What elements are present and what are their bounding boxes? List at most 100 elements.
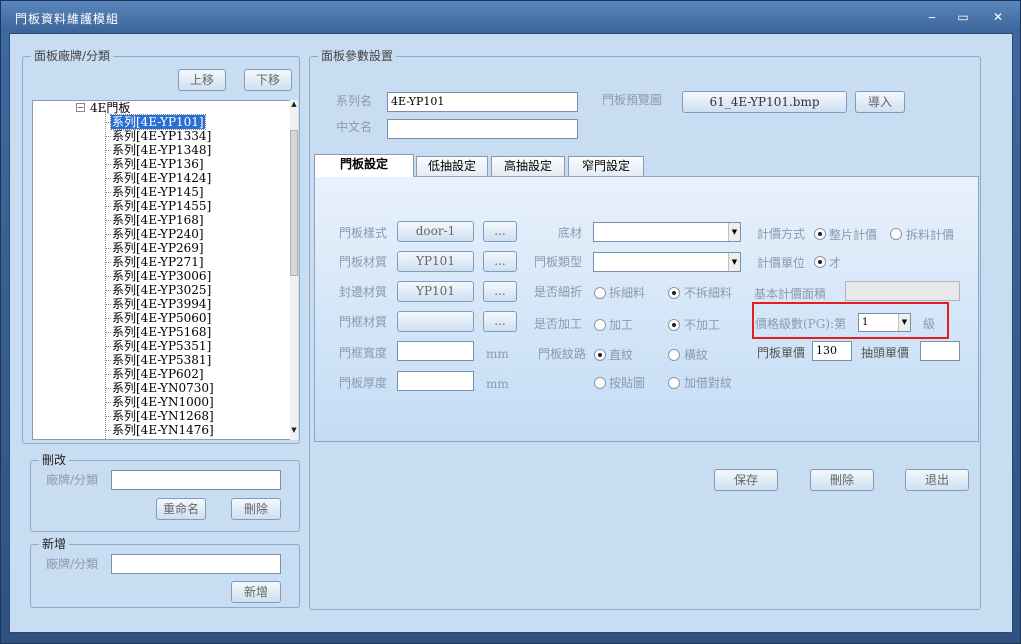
tree-item[interactable]: 系列[4E-YP3025] bbox=[111, 283, 212, 297]
tree-item[interactable]: 系列[4E-YP3006] bbox=[111, 269, 212, 283]
door-material-browse-button[interactable]: ... bbox=[483, 251, 517, 272]
tree-item[interactable]: 系列[4E-YP145] bbox=[111, 185, 205, 199]
grain-label: 門板紋路 bbox=[538, 347, 587, 361]
scroll-up-icon[interactable]: ▲ bbox=[290, 100, 298, 114]
tree-item[interactable]: 系列[4E-YN1476] bbox=[111, 423, 215, 437]
tab-low-drawer[interactable]: 低抽設定 bbox=[416, 156, 488, 176]
frame-material-browse-button[interactable]: ... bbox=[483, 311, 517, 332]
window-title: 門板資料維護模組 bbox=[15, 12, 120, 26]
tree-item[interactable]: 系列[4E-YP240] bbox=[111, 227, 205, 241]
tree-item[interactable]: 系列[4E-YP5381] bbox=[111, 353, 212, 367]
tree-item[interactable]: 系列[4E-YP1348] bbox=[111, 143, 212, 157]
door-type-select[interactable]: ▼ bbox=[593, 252, 741, 272]
scroll-thumb[interactable] bbox=[290, 130, 298, 276]
process-no-radio[interactable] bbox=[668, 319, 680, 331]
close-icon[interactable]: ✕ bbox=[991, 11, 1005, 23]
rename-button[interactable]: 重命名 bbox=[156, 498, 206, 520]
add-button[interactable]: 新增 bbox=[231, 581, 281, 603]
process-yes-radio[interactable] bbox=[594, 319, 606, 331]
tree-item[interactable]: 系列[4E-YN1000] bbox=[111, 395, 215, 409]
door-style-button[interactable]: door-1 bbox=[397, 221, 474, 242]
chevron-down-icon[interactable]: ▼ bbox=[728, 223, 740, 241]
pricing-split-radio[interactable] bbox=[890, 228, 902, 240]
edit-group-title: 刪改 bbox=[39, 453, 70, 467]
grain-match-radio[interactable] bbox=[668, 377, 680, 389]
drawer-price-label: 抽頭單價 bbox=[861, 346, 910, 360]
tree-item[interactable]: 系列[4E-YP136] bbox=[111, 157, 205, 171]
tree-item[interactable]: 系列[4E-YP269] bbox=[111, 241, 205, 255]
app-window: 門板資料維護模組 ‒ ▭ ✕ 面板廠牌/分類 上移 下移 − 4E門板 系列[4… bbox=[0, 0, 1021, 644]
edit-brand-label: 廠牌/分類 bbox=[46, 473, 99, 487]
split-no-label: 不拆細料 bbox=[684, 286, 733, 300]
frame-width-unit: mm bbox=[486, 347, 509, 361]
grain-horizontal-radio[interactable] bbox=[668, 349, 680, 361]
tree-item[interactable]: 系列[4E-YP602] bbox=[111, 367, 205, 381]
highlight-box bbox=[752, 302, 949, 339]
preview-file-button[interactable]: 61_4E-YP101.bmp bbox=[682, 91, 847, 113]
series-tree[interactable]: − 4E門板 系列[4E-YP101] 系列[4E-YP1334] 系列[4E-YP… bbox=[32, 100, 298, 440]
drawer-price-input[interactable] bbox=[920, 341, 960, 361]
split-no-radio[interactable] bbox=[668, 287, 680, 299]
tree-scrollbar[interactable]: ▲ ▼ bbox=[290, 100, 298, 440]
exit-button[interactable]: 退出 bbox=[905, 469, 969, 491]
tree-item[interactable]: 系列[4E-YP168] bbox=[111, 213, 205, 227]
tree-item[interactable]: 系列[4E-YN0730] bbox=[111, 381, 215, 395]
tree-root[interactable]: 4E門板 bbox=[89, 101, 131, 115]
save-button[interactable]: 保存 bbox=[714, 469, 778, 491]
tree-item[interactable]: 系列[4E-YP271] bbox=[111, 255, 205, 269]
chinese-name-input[interactable] bbox=[387, 119, 578, 139]
frame-width-label: 門框寬度 bbox=[339, 346, 388, 360]
base-area-input[interactable] bbox=[845, 281, 960, 301]
edge-material-browse-button[interactable]: ... bbox=[483, 281, 517, 302]
tab-bar: 門板設定 低抽設定 高抽設定 窄門設定 bbox=[314, 154, 979, 177]
import-button[interactable]: 導入 bbox=[855, 91, 905, 113]
tab-narrow-door[interactable]: 窄門設定 bbox=[568, 156, 644, 176]
door-style-browse-button[interactable]: ... bbox=[483, 221, 517, 242]
move-down-button[interactable]: 下移 bbox=[244, 69, 292, 91]
tree-item[interactable]: 系列[4E-YP5351] bbox=[111, 339, 212, 353]
pricing-split-label: 拆料計價 bbox=[906, 228, 955, 242]
grain-vertical-radio[interactable] bbox=[594, 349, 606, 361]
tree-item[interactable]: 系列[4E-YP101] bbox=[110, 114, 206, 130]
move-up-button[interactable]: 上移 bbox=[178, 69, 226, 91]
pricing-unit-radio[interactable] bbox=[814, 256, 826, 268]
tree-item[interactable]: 系列[4E-YP1455] bbox=[111, 199, 212, 213]
series-name-label: 系列名 bbox=[336, 94, 373, 108]
tree-item[interactable]: 系列[4E-YP5060] bbox=[111, 311, 212, 325]
base-material-select[interactable]: ▼ bbox=[593, 222, 741, 242]
scroll-down-icon[interactable]: ▼ bbox=[290, 426, 298, 438]
grain-by-texture-label: 按貼圖 bbox=[609, 376, 646, 390]
tree-item[interactable]: 系列[4E-YP1334] bbox=[111, 129, 212, 143]
door-price-input[interactable]: 130 bbox=[812, 341, 852, 361]
tab-high-drawer[interactable]: 高抽設定 bbox=[491, 156, 565, 176]
add-brand-label: 廠牌/分類 bbox=[46, 557, 99, 571]
tree-item[interactable]: 系列[4E-YN1268] bbox=[111, 409, 215, 423]
delete-button[interactable]: 刪除 bbox=[810, 469, 874, 491]
series-name-input[interactable]: 4E-YP101 bbox=[387, 92, 578, 112]
frame-material-label: 門框材質 bbox=[339, 315, 388, 329]
pricing-whole-radio[interactable] bbox=[814, 228, 826, 240]
chevron-down-icon[interactable]: ▼ bbox=[728, 253, 740, 271]
door-thickness-input[interactable] bbox=[397, 371, 474, 391]
frame-material-button[interactable] bbox=[397, 311, 474, 332]
door-material-button[interactable]: YP101 bbox=[397, 251, 474, 272]
minimize-icon[interactable]: ‒ bbox=[925, 11, 939, 23]
edit-delete-button[interactable]: 刪除 bbox=[231, 498, 281, 520]
grain-by-texture-radio[interactable] bbox=[594, 377, 606, 389]
tree-collapse-icon[interactable]: − bbox=[76, 103, 85, 112]
process-no-label: 不加工 bbox=[684, 318, 721, 332]
split-yes-radio[interactable] bbox=[594, 287, 606, 299]
door-style-label: 門板樣式 bbox=[339, 226, 388, 240]
add-brand-input[interactable] bbox=[111, 554, 281, 574]
split-yes-label: 拆細料 bbox=[609, 286, 646, 300]
tree-item[interactable]: 系列[4E-YP3994] bbox=[111, 297, 212, 311]
grain-match-label: 加借對紋 bbox=[684, 376, 733, 390]
tree-item[interactable]: 系列[4E-YP5168] bbox=[111, 325, 212, 339]
edge-material-button[interactable]: YP101 bbox=[397, 281, 474, 302]
edit-brand-input[interactable] bbox=[111, 470, 281, 490]
tab-door[interactable]: 門板設定 bbox=[314, 154, 414, 177]
maximize-icon[interactable]: ▭ bbox=[956, 11, 970, 23]
frame-width-input[interactable] bbox=[397, 341, 474, 361]
tree-item[interactable]: 系列[4E-YP1424] bbox=[111, 171, 212, 185]
panel-params-title: 面板參數設置 bbox=[318, 49, 397, 63]
